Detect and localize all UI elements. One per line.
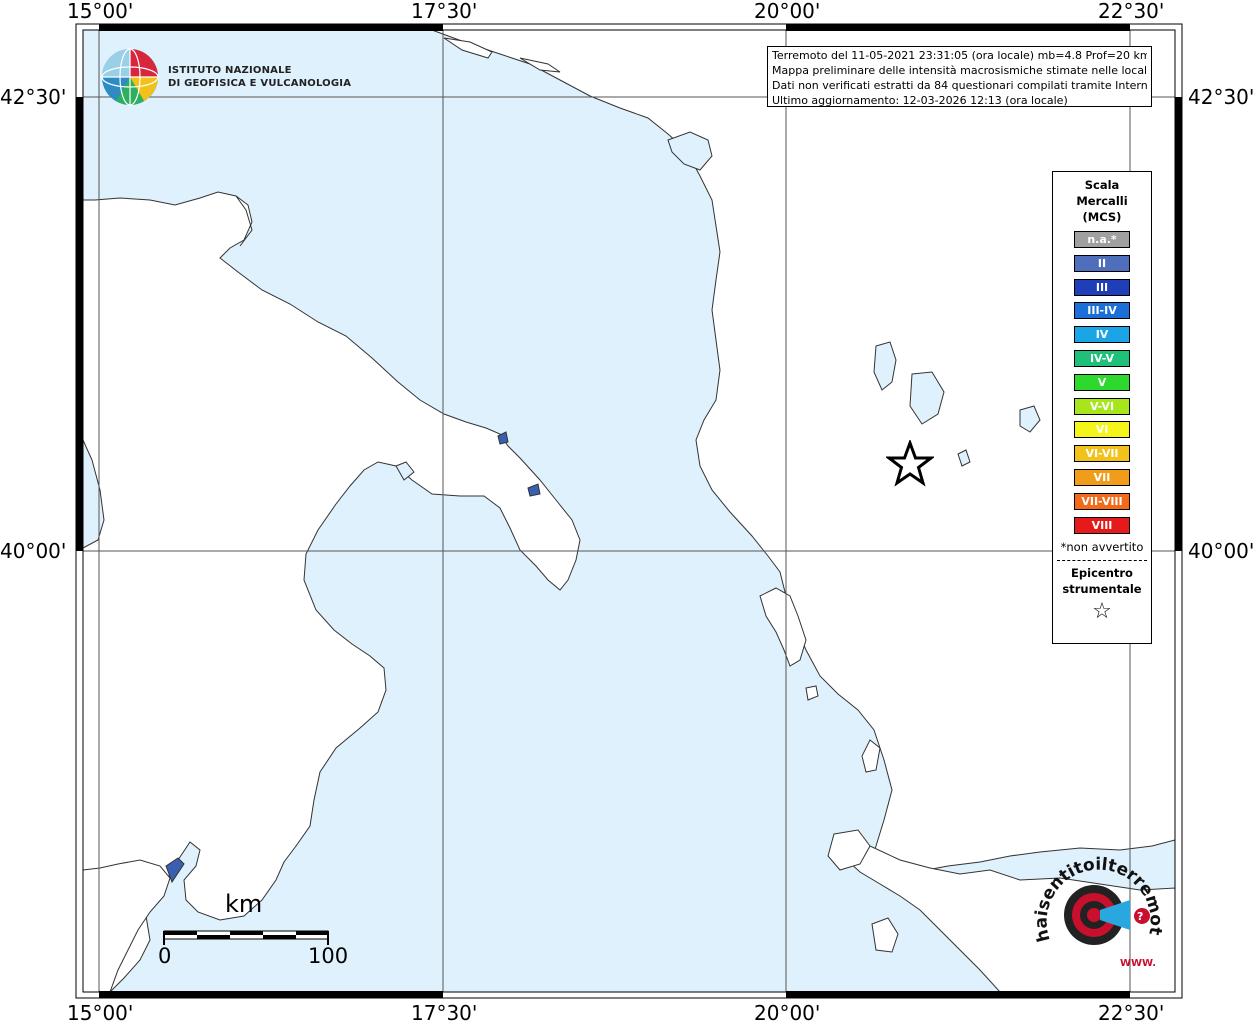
legend-swatch: VI-VII [1074, 445, 1130, 463]
top-axis-label: 22°30' [1098, 0, 1165, 23]
left-axis-label: 42°30' [0, 85, 67, 109]
legend-swatch: VII [1074, 468, 1130, 486]
legend-swatch: II [1074, 254, 1130, 272]
legend-separator [1057, 560, 1147, 562]
scale-max: 100 [308, 944, 349, 968]
top-axis-label: 20°00' [754, 0, 821, 23]
scale-min: 0 [158, 944, 172, 968]
event-info-line: Mappa preliminare delle intensità macros… [772, 64, 1147, 77]
legend-note: *non avvertito [1060, 540, 1144, 555]
ingv-logo: ISTITUTO NAZIONALE DI GEOFISICA E VULCAN… [100, 47, 351, 107]
event-info-line: Ultimo aggiornamento: 12-03-2026 12:13 (… [772, 94, 1068, 107]
left-axis-label: 40°00' [0, 539, 67, 563]
legend-swatch: VI [1074, 421, 1130, 439]
legend-epicenter-line: strumentale [1062, 582, 1142, 597]
right-axis-label: 42°30' [1188, 85, 1254, 109]
legend-swatch: n.a.* [1074, 231, 1130, 248]
ingv-globe-icon [101, 48, 159, 106]
bottom-axis-label: 20°00' [754, 1001, 821, 1025]
bottom-axis-label: 22°30' [1098, 1001, 1165, 1025]
legend-title-line: (MCS) [1082, 210, 1122, 224]
top-axis-label: 15°00' [67, 0, 134, 23]
event-info-box: Terremoto del 11-05-2021 23:31:05 (ora l… [767, 46, 1152, 107]
haisentito-logo: haisentitoilterremoto.it ? WWW. [1030, 840, 1166, 969]
svg-text:?: ? [1137, 910, 1143, 923]
legend-swatch: III [1074, 278, 1130, 296]
top-axis-label: 17°30' [411, 0, 478, 23]
ingv-name-line1: ISTITUTO NAZIONALE [168, 65, 292, 76]
bottom-axis-label: 17°30' [411, 1001, 478, 1025]
legend-title-line: Scala [1084, 178, 1120, 192]
target-icon [1064, 885, 1130, 945]
epicenter-star-icon [886, 440, 934, 487]
legend-swatch: V-VI [1074, 397, 1130, 415]
legend-swatch: IV-V [1074, 349, 1130, 367]
legend-items: n.a.* II III III-IV IV IV-V V V-VI VI VI-VII VII VI… [1053, 231, 1151, 534]
legend-swatch: III-IV [1074, 302, 1130, 320]
ingv-name-line2: DI GEOFISICA E VULCANOLOGIA [168, 78, 352, 89]
right-axis-label: 40°00' [1188, 539, 1254, 563]
legend-epicenter-line: Epicentro [1071, 566, 1133, 581]
legend-swatch: V [1074, 373, 1130, 391]
scale-unit: km [225, 890, 263, 918]
event-info-line: Dati non verificati estratti da 84 quest… [772, 79, 1147, 92]
legend-swatch: VIII [1074, 516, 1130, 534]
watermark-url: WWW. [1120, 958, 1156, 969]
legend-swatch: VII-VIII [1074, 492, 1130, 510]
event-info-line: Terremoto del 11-05-2021 23:31:05 (ora l… [772, 49, 1147, 62]
legend-title-line: Mercalli [1076, 194, 1128, 208]
mcs-legend: Scala Mercalli (MCS) n.a.* II III III-IV IV I… [1052, 171, 1152, 644]
star-icon: ☆ [1092, 599, 1112, 625]
bottom-axis-label: 15°00' [67, 1001, 134, 1025]
legend-swatch: IV [1074, 326, 1130, 344]
